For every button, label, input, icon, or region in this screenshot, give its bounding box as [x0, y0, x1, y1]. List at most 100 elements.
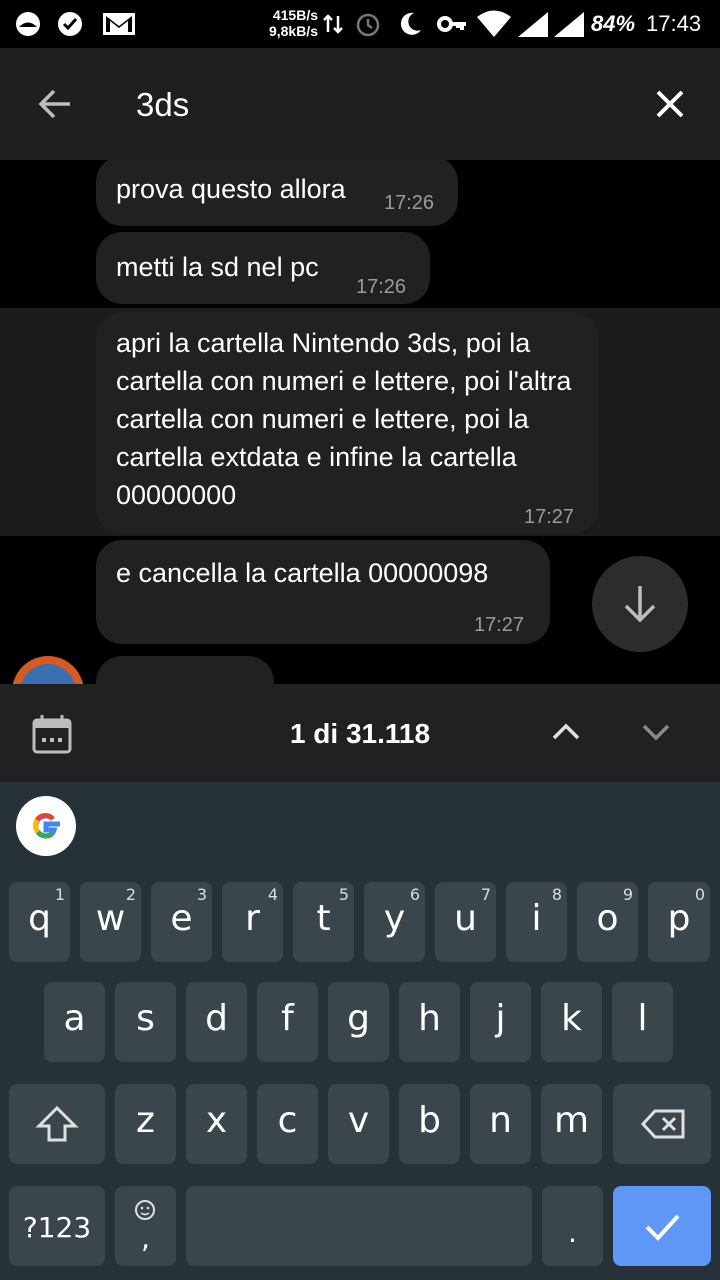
data-transfer-icon: [323, 14, 343, 34]
checkmark-icon: [645, 1214, 680, 1241]
key-k[interactable]: k: [541, 982, 602, 1062]
key-d[interactable]: d: [186, 982, 247, 1062]
avatar-image: [20, 664, 76, 684]
key-c[interactable]: c: [257, 1084, 318, 1164]
key-letter: r: [245, 898, 260, 939]
app-notification-icon: [16, 12, 40, 36]
key-number: 2: [125, 885, 136, 904]
signal-icon-2: [554, 12, 584, 37]
status-bar: 415B/s 9,8kB/s 84% 17:43: [0, 0, 720, 48]
key-letter: n: [489, 1100, 512, 1141]
key-letter: m: [553, 1100, 590, 1141]
close-button[interactable]: [644, 78, 696, 130]
backspace-key[interactable]: [613, 1084, 711, 1164]
avatar[interactable]: [12, 656, 84, 684]
key-g[interactable]: g: [328, 982, 389, 1062]
key-letter: b: [418, 1100, 441, 1141]
vpn-key-icon: [437, 16, 466, 32]
key-u[interactable]: u7: [435, 882, 496, 962]
backspace-icon: [640, 1109, 685, 1139]
shift-icon: [35, 1105, 79, 1142]
alarm-icon: [356, 13, 380, 37]
key-letter: x: [205, 1100, 228, 1141]
message-bubble-highlighted[interactable]: apri la cartella Nintendo 3ds, poi la ca…: [96, 312, 598, 534]
key-letter: d: [205, 998, 228, 1039]
message-time: 17:26: [356, 276, 407, 298]
key-number: 3: [196, 885, 207, 904]
enter-key[interactable]: [613, 1186, 711, 1266]
key-r[interactable]: r4: [222, 882, 283, 962]
key-l[interactable]: l: [612, 982, 673, 1062]
arrow-down-icon: [624, 586, 656, 623]
key-letter: j: [495, 998, 506, 1039]
key-letter: z: [136, 1100, 155, 1141]
key-number: 6: [409, 885, 420, 904]
key-letter: e: [170, 898, 193, 939]
key-p[interactable]: p0: [648, 882, 710, 962]
signal-icon: [518, 12, 548, 37]
key-number: 5: [338, 885, 349, 904]
google-search-button[interactable]: [16, 796, 76, 856]
key-q[interactable]: q1: [9, 882, 70, 962]
key-number: 7: [480, 885, 491, 904]
symbols-key[interactable]: ?123: [9, 1186, 105, 1266]
key-j[interactable]: j: [470, 982, 531, 1062]
key-a[interactable]: a: [44, 982, 105, 1062]
key-n[interactable]: n: [470, 1084, 531, 1164]
arrow-left-icon: [38, 89, 70, 119]
chat-messages[interactable]: prova questo allora 17:26 metti la sd ne…: [0, 160, 720, 684]
key-letter: y: [383, 898, 406, 939]
key-e[interactable]: e3: [151, 882, 212, 962]
key-t[interactable]: t5: [293, 882, 354, 962]
message-text: e cancella la cartella 00000098: [116, 558, 489, 588]
message-time: 17:27: [524, 506, 575, 528]
chevron-down-icon: [642, 724, 670, 741]
key-letter: h: [418, 998, 441, 1039]
keyboard: q1 w2 e3 r4 t5 y6 u7 i8 o9 p0 a s d f g …: [0, 782, 720, 1280]
battery-level: 84%: [591, 11, 636, 36]
message-bubble-partial[interactable]: [96, 656, 274, 684]
key-i[interactable]: i8: [506, 882, 567, 962]
key-letter: c: [277, 1100, 298, 1141]
do-not-disturb-moon-icon: [400, 12, 421, 35]
key-letter: a: [63, 998, 86, 1039]
key-letter: k: [561, 998, 582, 1039]
network-speed: 415B/s 9,8kB/s: [268, 7, 318, 39]
key-z[interactable]: z: [115, 1084, 176, 1164]
key-f[interactable]: f: [257, 982, 318, 1062]
emoji-comma-key[interactable]: ,: [115, 1186, 176, 1266]
previous-result-button[interactable]: [546, 712, 586, 752]
key-letter: o: [596, 898, 619, 939]
wifi-icon: [477, 10, 511, 37]
key-letter: f: [281, 998, 294, 1039]
key-x[interactable]: x: [186, 1084, 247, 1164]
key-y[interactable]: y6: [364, 882, 425, 962]
key-letter: v: [347, 1100, 370, 1141]
key-h[interactable]: h: [399, 982, 460, 1062]
space-key[interactable]: [186, 1186, 532, 1266]
search-navigation-bar: 1 di 31.118: [0, 684, 720, 782]
message-bubble[interactable]: metti la sd nel pc 17:26: [96, 232, 430, 304]
chevron-up-icon: [552, 723, 580, 740]
search-result-count: 1 di 31.118: [289, 718, 431, 749]
next-result-button[interactable]: [636, 712, 676, 752]
search-input[interactable]: 3ds: [136, 86, 189, 124]
period-key[interactable]: .: [542, 1186, 603, 1266]
key-v[interactable]: v: [328, 1084, 389, 1164]
message-bubble[interactable]: e cancella la cartella 00000098 17:27: [96, 540, 550, 644]
key-letter: q: [28, 898, 51, 939]
key-w[interactable]: w2: [80, 882, 141, 962]
scroll-down-button[interactable]: [592, 556, 688, 652]
key-o[interactable]: o9: [577, 882, 638, 962]
shift-key[interactable]: [9, 1084, 105, 1164]
clock: 17:43: [646, 11, 702, 36]
key-number: 1: [54, 885, 65, 904]
search-header: 3ds: [0, 48, 720, 160]
message-bubble[interactable]: prova questo allora 17:26: [96, 160, 458, 226]
key-b[interactable]: b: [399, 1084, 460, 1164]
key-letter: l: [637, 998, 648, 1039]
back-button[interactable]: [30, 78, 82, 130]
gmail-icon: [103, 13, 135, 35]
key-m[interactable]: m: [541, 1084, 602, 1164]
key-s[interactable]: s: [115, 982, 176, 1062]
